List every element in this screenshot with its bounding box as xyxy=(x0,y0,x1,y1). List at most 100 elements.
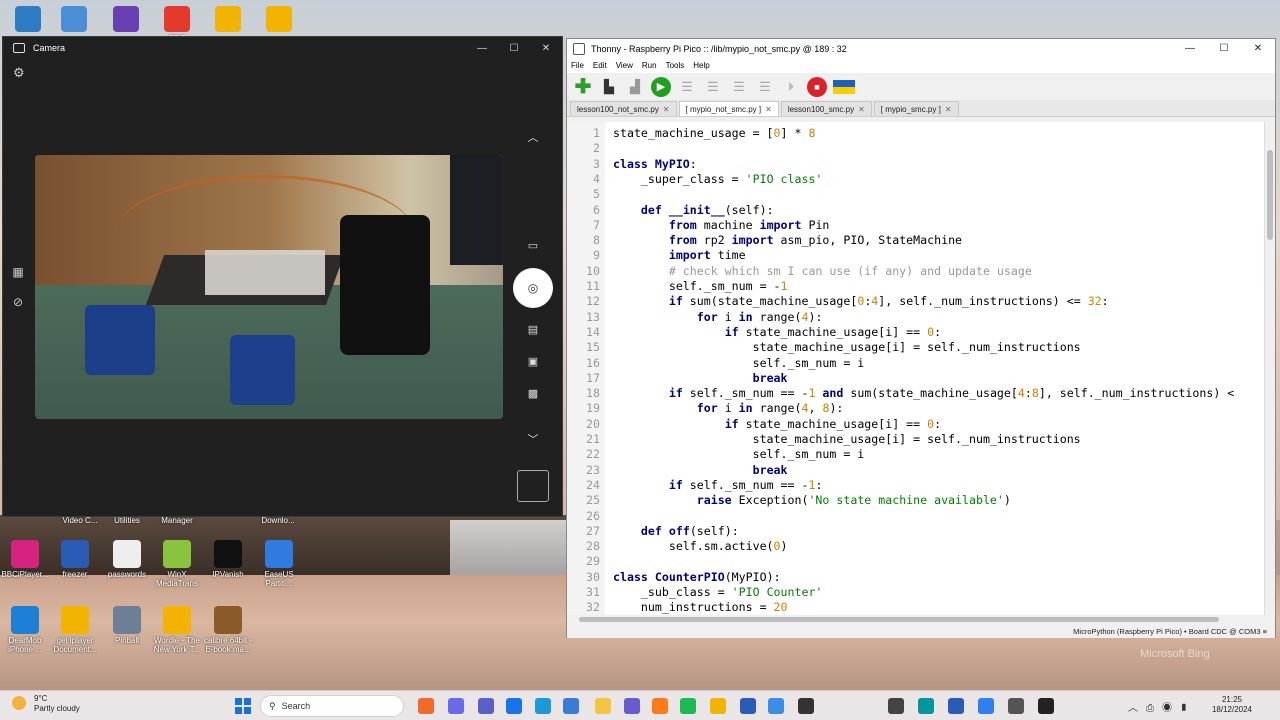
edge-icon[interactable] xyxy=(535,698,551,714)
code-line[interactable]: 14 if state_machine_usage[i] == 0: xyxy=(567,325,1266,340)
code-line[interactable]: 5 xyxy=(567,187,1266,202)
step-over-icon[interactable]: ☰ xyxy=(703,77,723,97)
menu-edit[interactable]: Edit xyxy=(593,61,607,70)
code-line[interactable]: 13 for i in range(4): xyxy=(567,310,1266,325)
code-line[interactable]: 2 xyxy=(567,141,1266,156)
desktop-icon[interactable]: EaseUS Partiti... xyxy=(251,540,307,588)
desktop-icon[interactable]: WinX MediaTrans xyxy=(149,540,205,588)
code-line[interactable]: 17 break xyxy=(567,371,1266,386)
desktop-icon[interactable] xyxy=(200,6,256,34)
code-line[interactable]: 18 if self._sm_num == -1 and sum(state_m… xyxy=(567,386,1266,401)
code-line[interactable]: 19 for i in range(4, 8): xyxy=(567,401,1266,416)
code-line[interactable]: 9 import time xyxy=(567,248,1266,263)
desktop-icon[interactable]: Wordle - The New York T... xyxy=(149,606,205,654)
close-icon[interactable]: ✕ xyxy=(1241,39,1275,58)
code-line[interactable]: 6 def __init__(self): xyxy=(567,203,1266,218)
whiteboard-icon[interactable]: ▣ xyxy=(513,355,553,368)
code-line[interactable]: 30 class CounterPIO(MyPIO): xyxy=(567,570,1266,585)
system-tray[interactable]: ︿⎙◉▮ xyxy=(1128,699,1196,714)
arduino-icon[interactable] xyxy=(918,698,934,714)
widgets-icon[interactable] xyxy=(418,698,434,714)
code-editor[interactable]: 1 state_machine_usage = [0] * 8 2 3 class My… xyxy=(567,122,1266,615)
snipping-icon[interactable] xyxy=(768,698,784,714)
camera-icon[interactable]: ◎ xyxy=(513,268,553,308)
close-icon[interactable]: ✕ xyxy=(530,37,562,59)
thonny-window[interactable]: Thonny - Raspberry Pi Pico :: /lib/mypio… xyxy=(566,38,1276,638)
gear-icon[interactable]: ⚙ xyxy=(13,65,25,81)
document-icon[interactable]: ▤ xyxy=(513,323,553,336)
close-icon[interactable]: ✕ xyxy=(858,105,865,114)
code-line[interactable]: 3 class MyPIO: xyxy=(567,157,1266,172)
video-icon[interactable]: ▭ xyxy=(513,239,553,252)
desktop-icon[interactable] xyxy=(98,6,154,34)
photo-thumbnail[interactable] xyxy=(517,470,549,502)
thonny-icon[interactable] xyxy=(888,698,904,714)
tab-mypio-smc[interactable]: [ mypio_smc.py ] ✕ xyxy=(873,101,959,116)
weather-widget[interactable]: 9°C Partly cloudy xyxy=(12,694,80,714)
camera-icon[interactable] xyxy=(1008,698,1024,714)
run-icon[interactable]: ▶ xyxy=(651,76,671,97)
step-into-icon[interactable]: ☰ xyxy=(729,77,749,97)
thonny-titlebar[interactable]: Thonny - Raspberry Pi Pico :: /lib/mypio… xyxy=(567,39,1275,58)
code-line[interactable]: 10 # check which sm I can use (if any) a… xyxy=(567,264,1266,279)
menu-run[interactable]: Run xyxy=(642,61,657,70)
tab-lesson100-smc[interactable]: lesson100_smc.py ✕ xyxy=(780,101,872,116)
teams-icon[interactable] xyxy=(478,698,494,714)
code-line[interactable]: 24 if self._sm_num == -1: xyxy=(567,478,1266,493)
maximize-icon[interactable]: ☐ xyxy=(498,37,530,59)
new-file-icon[interactable]: ✚ xyxy=(573,76,593,98)
close-icon[interactable]: ✕ xyxy=(765,105,772,114)
vscode-blue-icon[interactable] xyxy=(978,698,994,714)
code-line[interactable]: 12 if sum(state_machine_usage[0:4], self… xyxy=(567,294,1266,309)
horizontal-scrollbar[interactable] xyxy=(567,615,1266,625)
menu-tools[interactable]: Tools xyxy=(666,61,685,70)
vertical-scrollbar[interactable] xyxy=(1264,122,1275,615)
code-line[interactable]: 7 from machine import Pin xyxy=(567,218,1266,233)
maximize-icon[interactable]: ☐ xyxy=(1207,39,1241,58)
save-file-icon[interactable]: ▟ xyxy=(625,77,645,97)
code-line[interactable]: 25 raise Exception('No state machine ava… xyxy=(567,493,1266,508)
menu-help[interactable]: Help xyxy=(693,61,709,70)
mail-icon[interactable] xyxy=(506,698,522,714)
word-icon[interactable] xyxy=(740,698,756,714)
desktop-icon[interactable]: freezer xyxy=(47,540,103,579)
menu-file[interactable]: File xyxy=(571,61,584,70)
open-file-icon[interactable]: ▙ xyxy=(599,77,619,97)
store-icon[interactable] xyxy=(563,698,579,714)
camera-window[interactable]: Camera — ☐ ✕ ⚙ ▦ ⊘ ︿ ▭ ◎ ▤ ▣ ▩ ﹀ xyxy=(2,36,563,517)
vscode-icon[interactable] xyxy=(624,698,640,714)
desktop-icon[interactable]: BBCiPlayer... xyxy=(0,540,53,579)
close-icon[interactable]: ✕ xyxy=(945,105,952,114)
code-line[interactable]: 20 if state_machine_usage[i] == 0: xyxy=(567,417,1266,432)
chevron-down-icon[interactable]: ﹀ xyxy=(513,431,553,447)
desktop-icon[interactable]: Pinball xyxy=(99,606,155,645)
firefox-icon[interactable] xyxy=(652,698,668,714)
code-line[interactable]: 22 self._sm_num = i xyxy=(567,447,1266,462)
start-icon[interactable] xyxy=(235,698,251,714)
desktop-icon[interactable]: get iplayer Document... xyxy=(47,606,103,654)
ukraine-flag-icon[interactable] xyxy=(833,79,855,94)
chevron-up-icon[interactable]: ︿ xyxy=(513,129,553,145)
code-line[interactable]: 21 state_machine_usage[i] = self._num_in… xyxy=(567,432,1266,447)
spotify-icon[interactable] xyxy=(680,698,696,714)
qr-code-icon[interactable]: ▩ xyxy=(513,387,553,400)
timer-off-icon[interactable]: ⊘ xyxy=(3,295,33,309)
code-line[interactable]: 29 xyxy=(567,554,1266,569)
tab-lesson100-not-smc[interactable]: lesson100_not_smc.py ✕ xyxy=(570,101,677,116)
desktop-icon[interactable]: DearMob iPhone ... xyxy=(0,606,53,654)
code-line[interactable]: 23 break xyxy=(567,463,1266,478)
code-line[interactable]: 8 from rp2 import asm_pio, PIO, StateMac… xyxy=(567,233,1266,248)
clock[interactable]: 21:25 18/12/2024 xyxy=(1212,695,1252,715)
debug-icon[interactable]: ☰ xyxy=(677,77,697,97)
desktop-icon[interactable] xyxy=(251,6,307,34)
obs-icon[interactable] xyxy=(1038,698,1054,714)
minimize-icon[interactable]: — xyxy=(466,37,498,59)
code-line[interactable]: 26 xyxy=(567,509,1266,524)
close-icon[interactable]: ✕ xyxy=(663,105,670,114)
code-line[interactable]: 28 self.sm.active(0) xyxy=(567,539,1266,554)
code-line[interactable]: 16 self._sm_num = i xyxy=(567,356,1266,371)
desktop-icon[interactable] xyxy=(46,6,102,34)
chrome-icon[interactable] xyxy=(710,698,726,714)
search-input[interactable]: ⚲ Search xyxy=(260,695,404,717)
pen-icon[interactable] xyxy=(798,698,814,714)
